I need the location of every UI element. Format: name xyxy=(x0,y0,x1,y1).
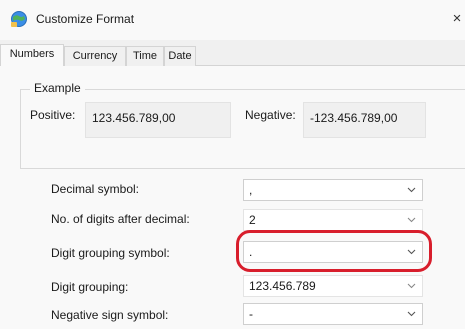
negative-label: Negative: xyxy=(245,108,296,122)
customize-format-dialog: Customize Format × Numbers Currency Time… xyxy=(0,0,465,329)
negative-example-field: -123.456.789,00 xyxy=(303,102,426,138)
chevron-down-icon xyxy=(407,217,416,223)
digits-after-decimal-value: 2 xyxy=(249,213,256,227)
window-title: Customize Format xyxy=(36,12,135,26)
digit-grouping-symbol-label: Digit grouping symbol: xyxy=(51,246,170,260)
positive-example-field: 123.456.789,00 xyxy=(85,102,231,138)
tab-date[interactable]: Date xyxy=(164,46,196,66)
digit-grouping-symbol-value: . xyxy=(249,245,253,259)
digit-grouping-label: Digit grouping: xyxy=(51,280,129,294)
chevron-down-icon xyxy=(407,311,416,317)
close-button[interactable]: × xyxy=(449,8,465,30)
digit-grouping-dropdown[interactable]: 123.456.789 xyxy=(243,275,423,297)
tab-numbers[interactable]: Numbers xyxy=(0,44,64,66)
tab-currency[interactable]: Currency xyxy=(64,46,126,66)
title-bar: Customize Format × xyxy=(0,0,465,40)
negative-sign-symbol-label: Negative sign symbol: xyxy=(51,308,169,322)
chevron-down-icon xyxy=(407,249,416,255)
negative-sign-symbol-value: - xyxy=(249,307,253,321)
positive-example-value: 123.456.789,00 xyxy=(92,111,176,125)
digits-after-decimal-dropdown[interactable]: 2 xyxy=(243,209,423,231)
digits-after-decimal-label: No. of digits after decimal: xyxy=(51,212,190,226)
negative-example-value: -123.456.789,00 xyxy=(310,111,398,125)
decimal-symbol-label: Decimal symbol: xyxy=(51,182,140,196)
decimal-symbol-value: , xyxy=(249,183,253,197)
digit-grouping-symbol-dropdown[interactable]: . xyxy=(243,241,423,263)
negative-sign-symbol-dropdown[interactable]: - xyxy=(243,303,423,325)
chevron-down-icon xyxy=(407,283,416,289)
positive-label: Positive: xyxy=(30,108,76,122)
region-globe-icon xyxy=(11,11,27,27)
decimal-symbol-dropdown[interactable]: , xyxy=(243,179,423,201)
chevron-down-icon xyxy=(407,187,416,193)
tab-time[interactable]: Time xyxy=(126,46,164,66)
example-group-title: Example xyxy=(30,81,85,95)
digit-grouping-value: 123.456.789 xyxy=(249,279,316,293)
